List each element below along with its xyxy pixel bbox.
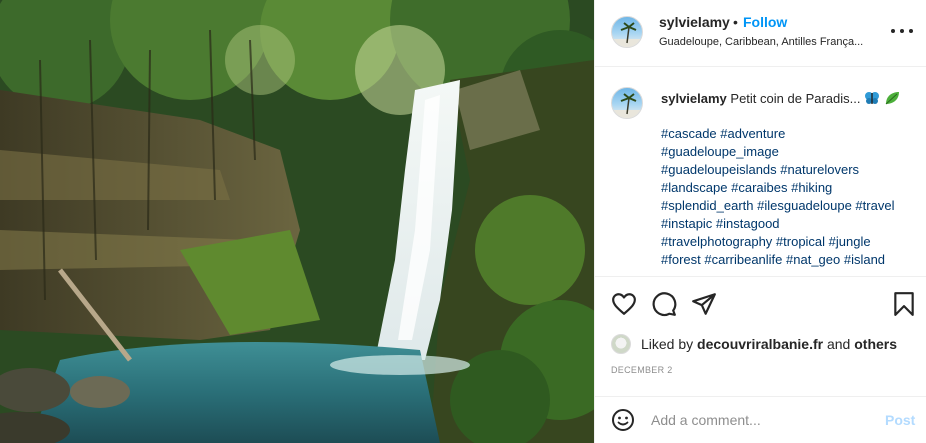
likes-summary: Liked by decouvriralbanie.fr and others xyxy=(611,332,897,356)
hashtag-line[interactable]: #guadeloupeislands #naturelovers xyxy=(661,161,921,179)
post-photo[interactable] xyxy=(0,0,594,443)
comment-icon[interactable] xyxy=(651,291,677,317)
caption-line: sylvielamy Petit coin de Paradis... xyxy=(661,91,900,108)
waterfall-image xyxy=(0,0,594,443)
more-dot xyxy=(909,29,913,33)
hashtag-line[interactable]: #travelphotography #tropical #jungle xyxy=(661,233,921,251)
palm-tree-icon xyxy=(612,22,642,47)
hashtag-line[interactable]: #landscape #caraibes #hiking xyxy=(661,179,921,197)
liker-username[interactable]: decouvriralbanie.fr xyxy=(697,336,823,352)
comment-bar: Post xyxy=(595,396,926,443)
author-username[interactable]: sylvielamy xyxy=(659,14,730,30)
butterfly-icon xyxy=(864,91,880,108)
bookmark-icon[interactable] xyxy=(891,291,917,317)
hashtag-list: #cascade #adventure #guadeloupe_image #g… xyxy=(661,125,921,269)
heart-icon[interactable] xyxy=(611,291,637,317)
likes-conjunction: and xyxy=(826,336,851,352)
more-dot xyxy=(891,29,895,33)
caption-section: sylvielamy Petit coin de Paradis... #cas… xyxy=(595,67,926,277)
likes-others-link[interactable]: others xyxy=(854,336,897,352)
leaf-icon xyxy=(884,91,900,108)
more-dot xyxy=(900,29,904,33)
liker-avatar[interactable] xyxy=(611,334,631,354)
post-details-panel: sylvielamy • Follow Guadeloupe, Caribbea… xyxy=(594,0,926,443)
follow-button[interactable]: Follow xyxy=(743,14,787,30)
more-options-icon[interactable] xyxy=(891,20,913,42)
post-location[interactable]: Guadeloupe, Caribbean, Antilles França..… xyxy=(659,36,863,48)
caption-avatar[interactable] xyxy=(611,87,643,119)
share-icon[interactable] xyxy=(691,291,717,317)
likes-prefix: Liked by xyxy=(641,336,694,352)
hashtag-line[interactable]: #forest #carribeanlife #nat_geo #island xyxy=(661,251,921,269)
hashtag-line[interactable]: #splendid_earth #ilesguadeloupe #travel xyxy=(661,197,921,215)
hashtag-line[interactable]: #guadeloupe_image xyxy=(661,143,921,161)
caption-username[interactable]: sylvielamy xyxy=(661,91,727,106)
hashtag-line[interactable]: #instapic #instagood xyxy=(661,215,921,233)
action-bar xyxy=(595,287,926,321)
post-header: sylvielamy • Follow Guadeloupe, Caribbea… xyxy=(595,0,926,67)
hashtag-line[interactable]: #cascade #adventure xyxy=(661,125,921,143)
post-comment-button[interactable]: Post xyxy=(885,412,915,428)
caption-text: Petit coin de Paradis... xyxy=(730,91,861,106)
author-avatar[interactable] xyxy=(611,16,643,48)
palm-tree-icon xyxy=(612,93,642,118)
comment-input[interactable] xyxy=(651,410,871,430)
smiley-icon[interactable] xyxy=(611,408,635,432)
post-date[interactable]: DECEMBER 2 xyxy=(611,365,673,375)
separator-dot: • xyxy=(733,14,738,30)
